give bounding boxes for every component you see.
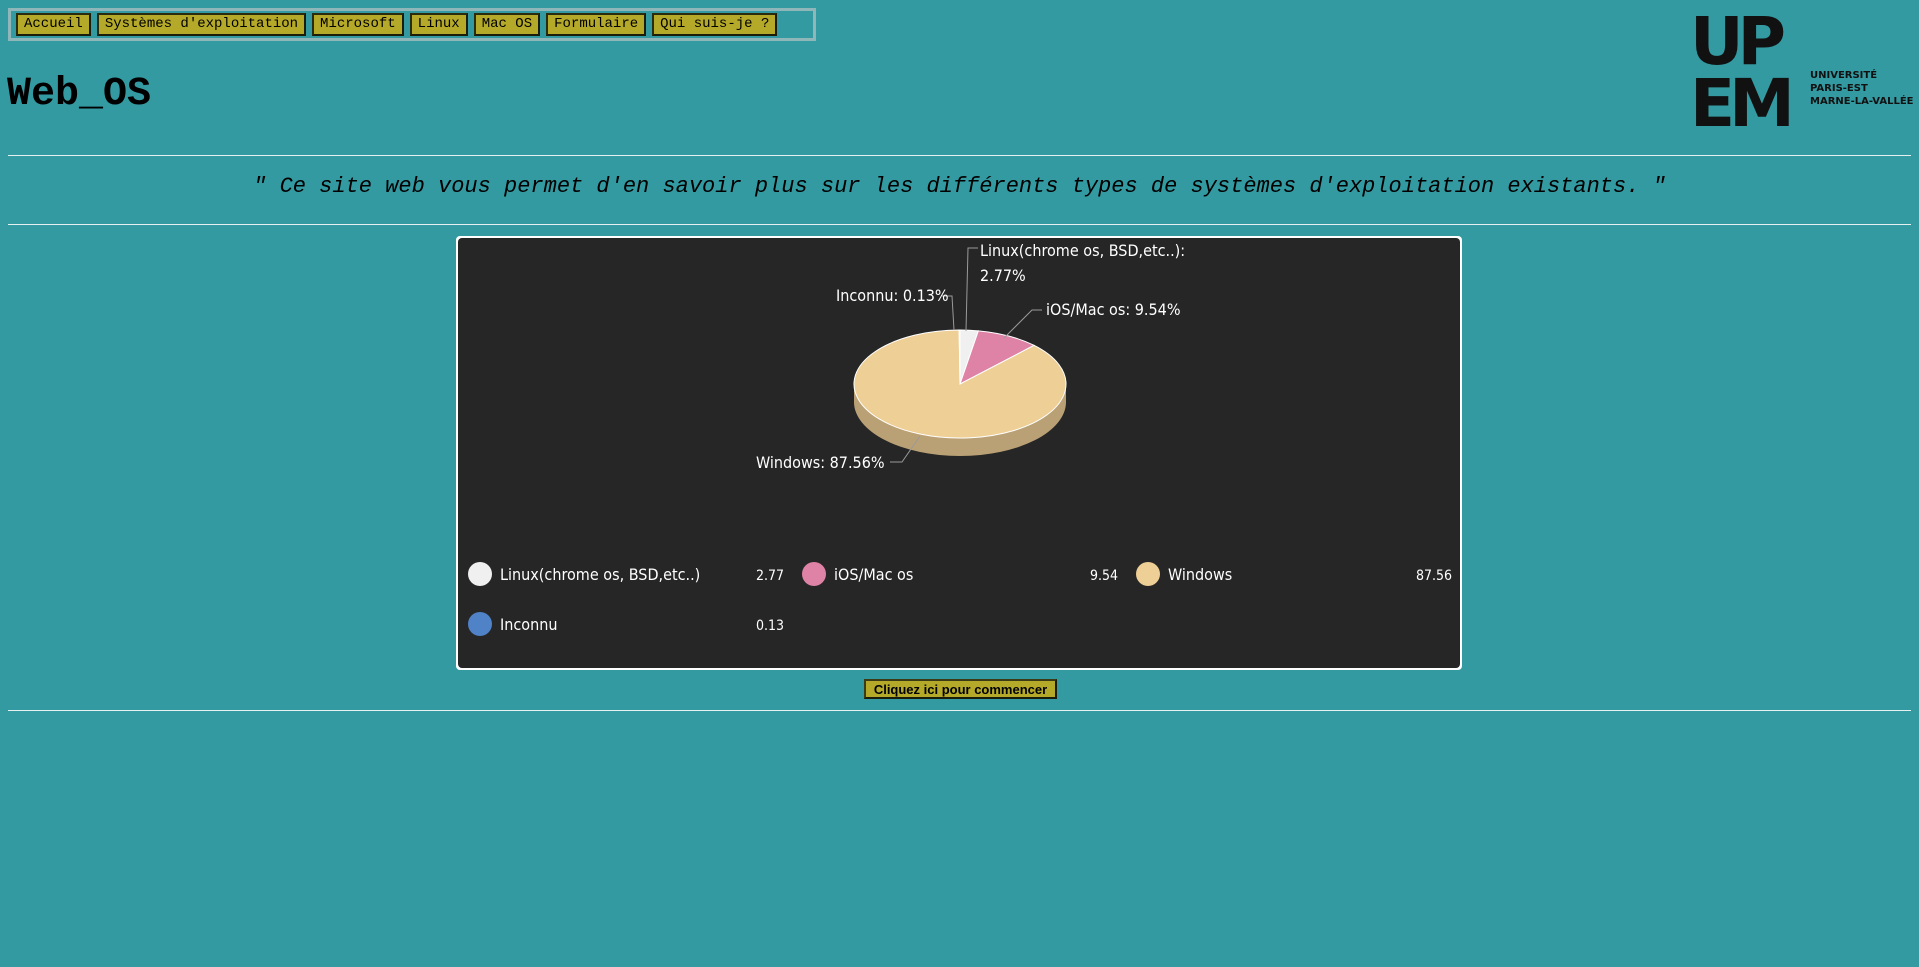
callout-line — [965, 247, 978, 332]
start-button[interactable]: Cliquez ici pour commencer — [864, 679, 1057, 699]
divider-bottom — [8, 710, 1911, 711]
divider-mid — [8, 224, 1911, 225]
callout-label: iOS/Mac os: 9.54% — [1046, 300, 1181, 319]
chart-panel: Linux(chrome os, BSD,etc..): 2.77% iOS/Mac… — [458, 238, 1460, 668]
legend-label: Inconnu — [500, 615, 557, 634]
legend-value: 0.13 — [756, 618, 784, 634]
chart-card: Linux(chrome os, BSD,etc..): 2.77% iOS/Mac… — [456, 236, 1462, 670]
callout-label: Linux(chrome os, BSD,etc..): — [980, 241, 1185, 260]
logo-line-2: PARIS-EST — [1810, 83, 1868, 94]
nav-linux[interactable]: Linux — [409, 13, 468, 36]
legend-swatch — [1136, 562, 1160, 586]
logo-line-3: MARNE-LA-VALLÉE — [1810, 94, 1914, 107]
legend-value: 2.77 — [756, 568, 784, 584]
divider-top — [8, 155, 1911, 156]
nav-microsoft[interactable]: Microsoft — [312, 13, 404, 36]
logo-letters-bottom: EM — [1690, 65, 1789, 128]
nav-formulaire[interactable]: Formulaire — [546, 13, 647, 36]
callout-line — [1003, 309, 1042, 339]
legend-label: Windows — [1168, 565, 1232, 584]
legend-label: Linux(chrome os, BSD,etc..) — [500, 565, 700, 584]
university-logo: UP EM UNIVERSITÉ PARIS-EST MARNE-LA-VALL… — [1690, 6, 1914, 128]
nav-accueil[interactable]: Accueil — [16, 13, 91, 36]
nav-macos[interactable]: Mac OS — [473, 13, 541, 36]
callout-label: Windows: 87.56% — [756, 453, 885, 472]
page-title: Web_OS — [7, 72, 152, 117]
legend-swatch — [802, 562, 826, 586]
logo-line-1: UNIVERSITÉ — [1810, 68, 1877, 81]
pie-chart: Linux(chrome os, BSD,etc..): 2.77% iOS/Mac… — [468, 241, 1452, 636]
tagline: " Ce site web vous permet d'en savoir pl… — [253, 174, 1666, 199]
legend-value: 87.56 — [1416, 568, 1452, 584]
legend-swatch — [468, 562, 492, 586]
legend-value: 9.54 — [1090, 568, 1118, 584]
legend-label: iOS/Mac os — [834, 565, 913, 584]
callout-value: 2.77% — [980, 266, 1026, 285]
callout-label: Inconnu: 0.13% — [836, 286, 949, 305]
nav-systemes[interactable]: Systèmes d'exploitation — [96, 13, 307, 36]
main-nav: Accueil Systèmes d'exploitation Microsof… — [8, 8, 816, 41]
nav-qui-suis-je[interactable]: Qui suis-je ? — [652, 13, 778, 36]
legend-swatch — [468, 612, 492, 636]
